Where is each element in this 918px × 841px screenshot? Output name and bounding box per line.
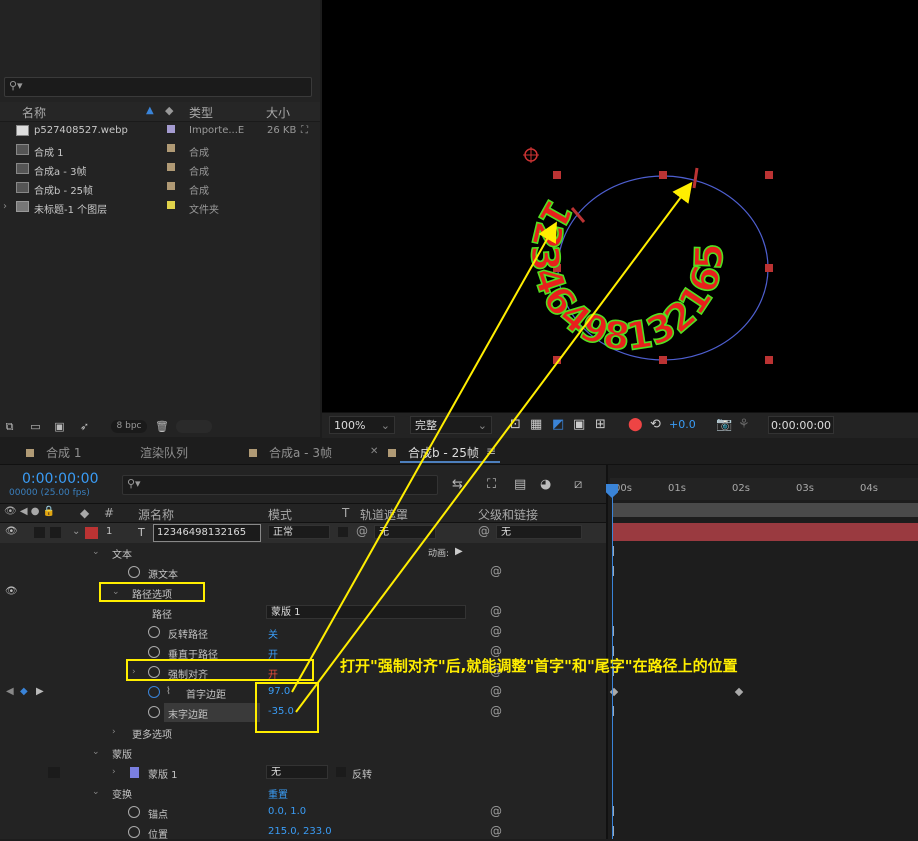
annotation-caption: 打开"强制对齐"后,就能调整"首字"和"尾字"在路径上的位置 — [340, 657, 738, 675]
highlight-force-alignment — [126, 659, 314, 681]
highlight-margins — [255, 682, 319, 733]
annotation-arrows — [291, 181, 693, 713]
highlight-path-options — [99, 582, 205, 602]
